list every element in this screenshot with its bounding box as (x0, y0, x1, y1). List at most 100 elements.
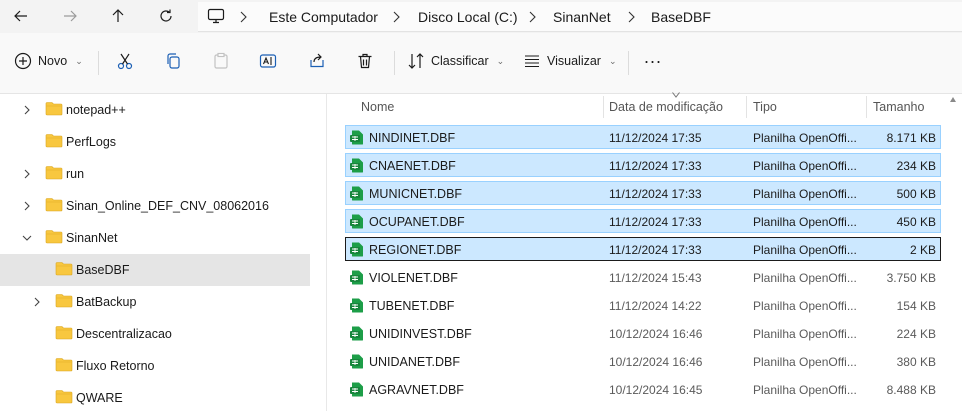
folder-icon (45, 166, 63, 180)
tree-item[interactable]: Sinan_Online_DEF_CNV_08062016 (0, 190, 310, 222)
file-type: Planilha OpenOffi... (753, 299, 857, 313)
file-type: Planilha OpenOffi... (753, 243, 857, 257)
file-name: OCUPANET.DBF (369, 215, 465, 229)
spreadsheet-file-icon (350, 242, 363, 257)
tree-item[interactable]: Fluxo Retorno (0, 350, 310, 382)
spreadsheet-file-icon (350, 214, 363, 229)
chevron-right-icon (393, 11, 400, 23)
breadcrumb-disco-local[interactable]: Disco Local (C:) (418, 9, 518, 25)
spreadsheet-file-icon (350, 354, 363, 369)
spreadsheet-file-icon (350, 326, 363, 341)
file-row[interactable]: AGRAVNET.DBF 10/12/2024 16:45 Planilha Ope… (345, 377, 941, 401)
tree-item[interactable]: Descentralizacao (0, 318, 310, 350)
file-size: 450 KB (896, 215, 936, 229)
tree-item[interactable]: run (0, 158, 310, 190)
up-button[interactable] (105, 4, 131, 28)
paste-button[interactable] (212, 47, 230, 75)
arrow-right-icon (64, 10, 77, 22)
file-row[interactable]: VIOLENET.DBF 11/12/2024 15:43 Planilha Ope… (345, 265, 941, 289)
file-row[interactable]: TUBENET.DBF 11/12/2024 14:22 Planilha Open… (345, 293, 941, 317)
column-header-name[interactable]: Nome (361, 100, 394, 114)
file-row[interactable]: UNIDANET.DBF 10/12/2024 16:46 Planilha Ope… (345, 349, 941, 373)
column-header-size[interactable]: Tamanho (873, 100, 924, 114)
new-button[interactable]: Novo ⌄ (14, 47, 83, 75)
address-bar[interactable]: Este Computador Disco Local (C:) SinanNe… (198, 2, 962, 32)
file-type: Planilha OpenOffi... (753, 159, 857, 173)
plus-circle-icon (14, 52, 32, 70)
tree-item-label: PerfLogs (66, 135, 117, 149)
cut-button[interactable] (116, 47, 134, 75)
tree-item[interactable]: notepad++ (0, 94, 310, 126)
column-header-type[interactable]: Tipo (753, 100, 777, 114)
file-size: 8.488 KB (886, 383, 936, 397)
view-list-icon (525, 55, 539, 68)
file-size: 224 KB (896, 327, 936, 341)
tree-item-label: Fluxo Retorno (76, 359, 155, 373)
share-icon (310, 53, 324, 68)
tree-item[interactable]: PerfLogs (0, 126, 310, 158)
file-size: 380 KB (896, 355, 936, 369)
breadcrumb-este-computador[interactable]: Este Computador (269, 9, 378, 25)
chevron-down-icon: ⌄ (75, 55, 83, 66)
refresh-button[interactable] (153, 4, 179, 28)
more-options-button[interactable]: ... (644, 43, 662, 71)
chevron-right-icon[interactable] (22, 105, 32, 115)
file-row[interactable]: UNIDINVEST.DBF 10/12/2024 16:46 Planilha O… (345, 321, 941, 345)
folder-icon (55, 390, 73, 404)
chevron-right-icon[interactable] (22, 201, 32, 211)
chevron-right-icon[interactable] (32, 297, 42, 307)
chevron-right-icon (628, 11, 635, 23)
tree-item[interactable]: SinanNet (0, 222, 310, 254)
tree-item-label: run (66, 167, 85, 181)
folder-icon (55, 326, 73, 340)
sort-indicator-icon (672, 92, 680, 98)
arrow-left-icon (14, 10, 27, 22)
rename-button[interactable] (259, 47, 277, 75)
delete-button[interactable] (356, 47, 374, 75)
file-type: Planilha OpenOffi... (753, 215, 857, 229)
file-row[interactable]: REGIONET.DBF 11/12/2024 17:33 Planilha Ope… (345, 237, 941, 261)
chevron-right-icon[interactable] (22, 169, 32, 179)
folder-icon (55, 262, 73, 276)
chevron-down-icon[interactable] (22, 233, 32, 243)
tree-item-label: QWARE (76, 391, 123, 405)
file-row[interactable]: OCUPANET.DBF 11/12/2024 17:33 Planilha Ope… (345, 209, 941, 233)
tree-item[interactable]: BatBackup (0, 286, 310, 318)
file-name: VIOLENET.DBF (369, 271, 458, 285)
file-date: 11/12/2024 17:35 (609, 131, 702, 145)
file-date: 11/12/2024 17:33 (609, 187, 702, 201)
navigation-bar: Este Computador Disco Local (C:) SinanNe… (0, 0, 962, 33)
file-name: TUBENET.DBF (369, 299, 455, 313)
breadcrumb-basedbf[interactable]: BaseDBF (651, 9, 711, 25)
forward-button[interactable] (57, 4, 83, 28)
tree-item-label: notepad++ (66, 103, 126, 117)
file-row[interactable]: NINDINET.DBF 11/12/2024 17:35 Planilha Ope… (345, 125, 941, 149)
command-bar: Novo ⌄ Classificar ⌄ Visualizar ⌄ ... (0, 33, 962, 94)
chevron-down-icon: ⌄ (608, 55, 617, 66)
copy-button[interactable] (164, 47, 182, 75)
column-header-date[interactable]: Data de modificação (609, 100, 723, 114)
sort-button[interactable]: Classificar ⌄ (407, 47, 504, 75)
file-name: AGRAVNET.DBF (369, 383, 464, 397)
file-name: UNIDINVEST.DBF (369, 327, 472, 341)
share-button[interactable] (308, 47, 326, 75)
file-row[interactable]: MUNICNET.DBF 11/12/2024 17:33 Planilha Ope… (345, 181, 941, 205)
folder-icon (55, 358, 73, 372)
navigation-tree: notepad++ PerfLogs run Sinan_Online_DEF_CNV… (0, 94, 310, 411)
file-row[interactable]: CNAENET.DBF 11/12/2024 17:33 Planilha Open… (345, 153, 941, 177)
file-name: UNIDANET.DBF (369, 355, 460, 369)
file-type: Planilha OpenOffi... (753, 187, 857, 201)
file-date: 11/12/2024 17:33 (609, 215, 702, 229)
file-date: 11/12/2024 17:33 (609, 243, 702, 257)
view-button[interactable]: Visualizar ⌄ (523, 47, 617, 75)
scrollbar[interactable] (950, 94, 956, 411)
tree-item[interactable]: BaseDBF (0, 254, 310, 286)
spreadsheet-file-icon (350, 130, 363, 145)
back-button[interactable] (8, 4, 34, 28)
trash-icon (358, 53, 372, 69)
breadcrumb-sinannet[interactable]: SinanNet (553, 9, 611, 25)
file-name: CNAENET.DBF (369, 159, 456, 173)
arrow-up-icon (112, 9, 124, 22)
file-type: Planilha OpenOffi... (753, 131, 857, 145)
tree-item[interactable]: QWARE (0, 382, 310, 414)
